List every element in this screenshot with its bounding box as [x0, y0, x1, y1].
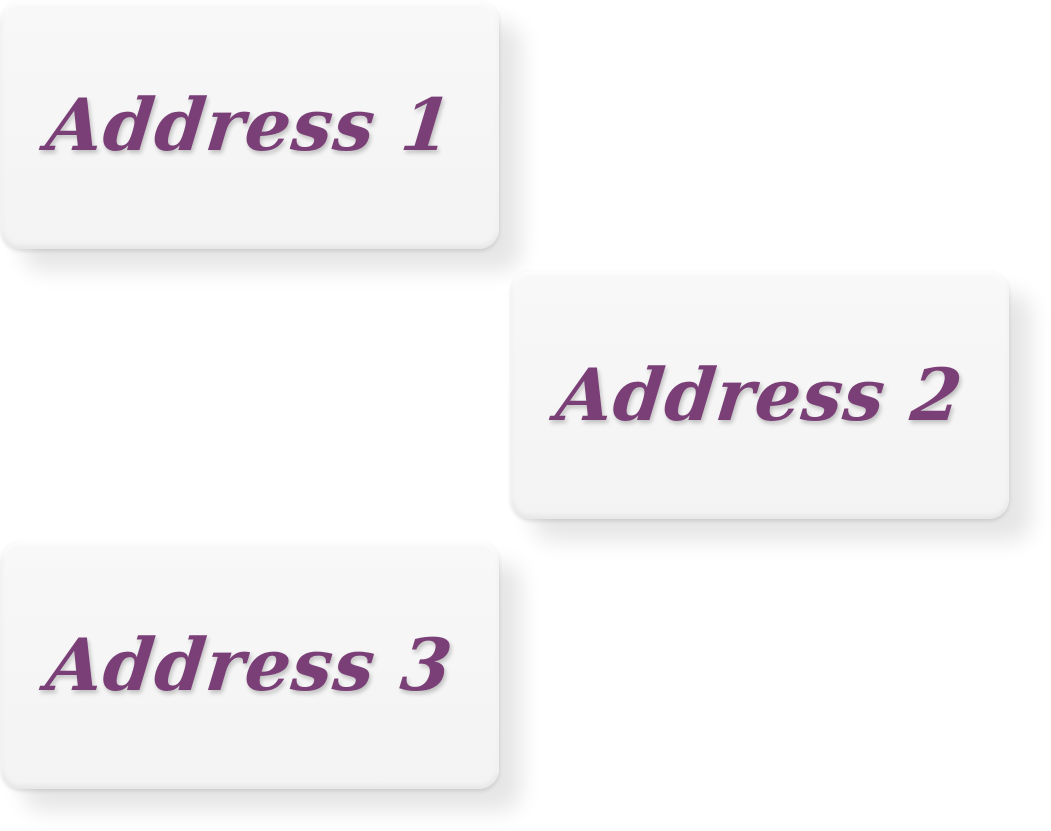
address-1-label: Address 1 — [42, 82, 458, 167]
address-3-label: Address 3 — [42, 622, 458, 707]
address-2-label: Address 2 — [552, 352, 968, 437]
address-3-button[interactable]: Address 3 — [1, 541, 499, 789]
address-1-button[interactable]: Address 1 — [1, 1, 499, 249]
address-2-button[interactable]: Address 2 — [511, 271, 1009, 519]
